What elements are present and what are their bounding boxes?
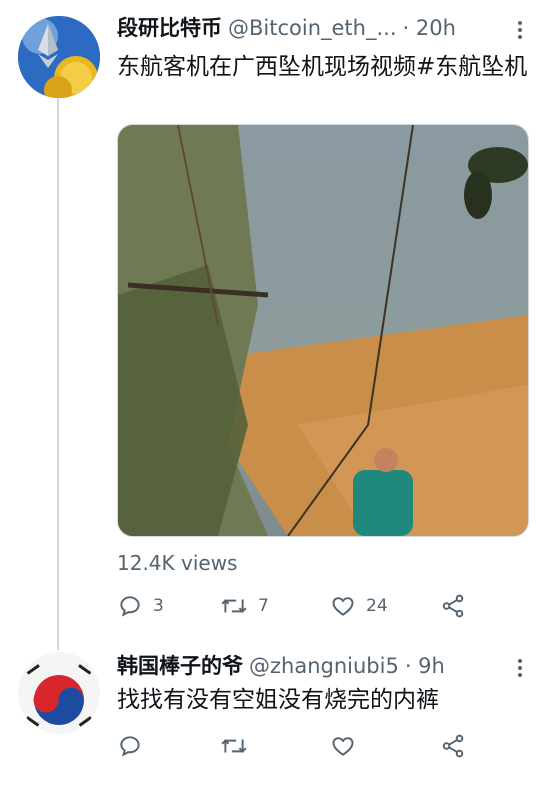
handle[interactable]: @Bitcoin_eth_... — [228, 16, 397, 40]
handle[interactable]: @zhangniubi5 — [249, 654, 399, 678]
reply-button[interactable]: 3 — [117, 593, 220, 619]
like-button[interactable] — [330, 733, 440, 759]
tweet-actions: 3 7 24 — [117, 593, 466, 619]
avatar[interactable] — [18, 652, 100, 734]
reply-count: 3 — [153, 596, 164, 616]
like-button[interactable]: 24 — [330, 593, 440, 619]
more-icon[interactable] — [518, 18, 524, 42]
view-count: 12.4K views — [117, 551, 238, 575]
reply-actions — [117, 733, 466, 759]
retweet-count: 7 — [258, 596, 269, 616]
timestamp[interactable]: · 9h — [405, 654, 445, 678]
like-count: 24 — [366, 596, 388, 616]
reply-header: 韩国棒子的爷 @zhangniubi5 · 9h — [117, 652, 445, 680]
share-icon — [442, 594, 464, 618]
thread-connector — [57, 98, 59, 650]
display-name[interactable]: 韩国棒子的爷 — [117, 654, 243, 678]
retweet-icon — [221, 599, 247, 613]
share-button[interactable] — [440, 593, 466, 619]
retweet-button[interactable]: 7 — [220, 593, 330, 619]
retweet-button[interactable] — [220, 733, 330, 759]
tweet-text: 东航客机在广西坠机现场视频#东航坠机 — [117, 54, 528, 80]
timestamp[interactable]: · 20h — [403, 16, 456, 40]
display-name[interactable]: 段研比特币 — [117, 16, 222, 40]
reply-icon — [120, 596, 140, 617]
more-icon[interactable] — [518, 656, 524, 680]
retweet-icon — [221, 739, 247, 753]
reply-text: 找找有没有空姐没有烧完的内裤 — [117, 687, 439, 713]
share-button[interactable] — [440, 733, 466, 759]
reply-icon — [120, 736, 140, 757]
reply-button[interactable] — [117, 733, 220, 759]
avatar[interactable] — [18, 16, 100, 98]
like-icon — [332, 597, 354, 616]
tweet-header: 段研比特币 @Bitcoin_eth_... · 20h — [117, 14, 456, 42]
like-icon — [332, 737, 354, 756]
share-icon — [442, 734, 464, 758]
tweet-video[interactable] — [117, 124, 529, 537]
